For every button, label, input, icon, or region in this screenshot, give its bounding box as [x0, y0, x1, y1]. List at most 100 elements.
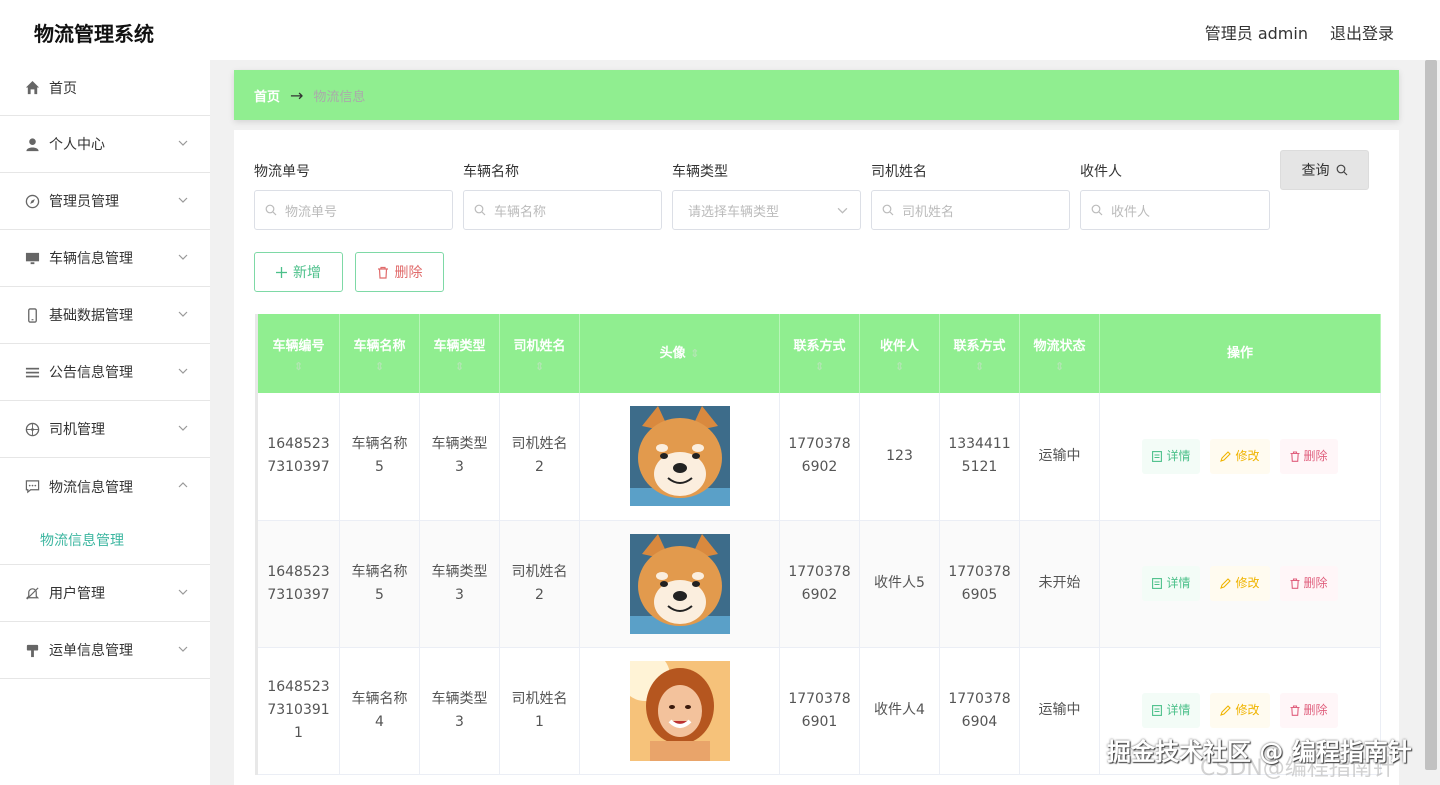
- sidebar-item-label: 运单信息管理: [49, 643, 133, 659]
- search-icon: [1336, 164, 1347, 176]
- remove-button[interactable]: 删除: [1279, 566, 1338, 601]
- shiba-dog-avatar[interactable]: [629, 533, 730, 634]
- sort-icon: ⇕: [1054, 359, 1065, 373]
- smiling-woman-avatar[interactable]: [629, 660, 730, 761]
- main-panel: 物流单号 物流单号 车辆名称 车辆名称 车辆类型 请选择车辆类型 司机姓名 司机…: [234, 130, 1399, 785]
- cell-vehicle-type: 车辆类型 3: [419, 647, 500, 775]
- cell-phone: 1770378 6902: [779, 520, 860, 648]
- sidebar-item-drivers[interactable]: 司机管理: [0, 401, 210, 458]
- sidebar-item-vehicles[interactable]: 车辆信息管理: [0, 230, 210, 287]
- sidebar-item-label: 用户管理: [49, 586, 105, 602]
- column-header[interactable]: 物流状态 ⇕: [1019, 314, 1100, 393]
- cell-vehicle-type: 车辆类型 3: [419, 393, 500, 521]
- table-row: 1648523 7310397 车辆名称 5 车辆类型 3 司机姓名 2 177…: [255, 520, 1381, 648]
- filter-label-order-no: 物流单号: [254, 164, 310, 180]
- sidebar-item-label: 管理员管理: [49, 194, 119, 210]
- chevron-down-icon: [837, 207, 848, 214]
- cell-phone: 1770378 6901: [779, 647, 860, 775]
- column-header[interactable]: 车辆名称 ⇕: [339, 314, 420, 393]
- order-no-input[interactable]: 物流单号: [254, 190, 453, 230]
- add-button[interactable]: 新增: [254, 252, 343, 292]
- breadcrumb-home[interactable]: 首页: [254, 86, 280, 105]
- column-header[interactable]: 司机姓名 ⇕: [499, 314, 580, 393]
- cell-driver: 司机姓名 1: [499, 647, 580, 775]
- edit-button[interactable]: 修改: [1210, 566, 1270, 601]
- edit-button[interactable]: 修改: [1210, 438, 1270, 474]
- cell-recipient: 收件人4: [859, 647, 940, 775]
- cell-status: 未开始: [1019, 520, 1100, 648]
- sidebar-item-basic-data[interactable]: 基础数据管理: [0, 287, 210, 344]
- plus-icon: [276, 266, 287, 278]
- sidebar-item-logistics[interactable]: 物流信息管理: [0, 458, 210, 515]
- cell-driver: 司机姓名 2: [499, 393, 580, 521]
- search-icon: [1091, 204, 1103, 216]
- sidebar-item-home[interactable]: 首页: [0, 60, 210, 116]
- sidebar-item-profile[interactable]: 个人中心: [0, 116, 210, 173]
- column-header[interactable]: 联系方式 ⇕: [939, 314, 1020, 393]
- sidebar-item-admin[interactable]: 管理员管理: [0, 173, 210, 230]
- sidebar-item-waybills[interactable]: 运单信息管理: [0, 622, 210, 679]
- vehicle-name-input[interactable]: 车辆名称: [463, 190, 662, 230]
- sidebar-item-label: 个人中心: [49, 137, 105, 153]
- admin-user-label[interactable]: 管理员 admin: [1205, 20, 1308, 44]
- cell-vehicle-name: 车辆名称 4: [339, 647, 420, 775]
- remove-button[interactable]: 删除: [1279, 693, 1338, 728]
- cell-driver: 司机姓名 2: [499, 520, 580, 648]
- table-row: 1648523 7310397 车辆名称 5 车辆类型 3 司机姓名 2 177…: [255, 393, 1381, 521]
- sidebar-item-label: 公告信息管理: [49, 365, 133, 381]
- query-label: 查询: [1301, 163, 1330, 179]
- sort-icon: ⇕: [454, 359, 465, 373]
- detail-button[interactable]: 详情: [1142, 438, 1201, 474]
- vehicle-type-select[interactable]: 请选择车辆类型: [672, 190, 861, 230]
- delete-label: 删除: [394, 265, 423, 281]
- chevron-up-icon: [178, 482, 188, 488]
- cell-status: 运输中: [1019, 393, 1100, 521]
- order-no-placeholder: 物流单号: [285, 204, 338, 220]
- breadcrumb: 首页 → 物流信息: [234, 70, 1399, 120]
- detail-button[interactable]: 详情: [1142, 566, 1201, 601]
- logistics-table: 车辆编号 ⇕ 车辆名称 ⇕ 车辆类型 ⇕ 司机姓名 ⇕ 头像 ⇕ 联系方式 ⇕ 收件人 ⇕ …: [255, 314, 1381, 775]
- home-icon: [24, 80, 40, 96]
- chat-icon: [24, 479, 40, 495]
- column-header[interactable]: 头像 ⇕: [579, 314, 780, 393]
- sort-icon: ⇕: [534, 359, 545, 373]
- trash-icon: [377, 266, 388, 279]
- vehicle-name-placeholder: 车辆名称: [494, 204, 547, 220]
- delete-button[interactable]: 删除: [355, 252, 444, 292]
- compass-icon: [24, 193, 40, 209]
- chevron-down-icon: [178, 589, 188, 595]
- column-header[interactable]: 车辆类型 ⇕: [419, 314, 500, 393]
- sidebar-item-announcements[interactable]: 公告信息管理: [0, 344, 210, 401]
- edit-button[interactable]: 修改: [1210, 693, 1270, 728]
- shiba-dog-avatar[interactable]: [629, 406, 730, 507]
- chevron-down-icon: [178, 311, 188, 317]
- bell-off-icon: [24, 585, 40, 601]
- recipient-input[interactable]: 收件人: [1080, 190, 1270, 230]
- column-header[interactable]: 车辆编号 ⇕: [255, 314, 340, 393]
- pencil-icon: [1220, 705, 1232, 716]
- sidebar-subitem-logistics-management[interactable]: 物流信息管理: [0, 515, 210, 565]
- logout-link[interactable]: 退出登录: [1330, 20, 1394, 44]
- cell-avatar: [579, 520, 780, 648]
- column-header[interactable]: 收件人 ⇕: [859, 314, 940, 393]
- sidebar-item-label: 车辆信息管理: [49, 251, 133, 267]
- column-header[interactable]: 联系方式 ⇕: [779, 314, 860, 393]
- chevron-down-icon: [178, 254, 188, 260]
- add-label: 新增: [293, 265, 321, 281]
- recipient-placeholder: 收件人: [1111, 204, 1151, 220]
- user-icon: [24, 136, 40, 152]
- sidebar-item-users[interactable]: 用户管理: [0, 565, 210, 622]
- cell-recipient-phone: 1770378 6904: [939, 647, 1020, 775]
- search-icon: [882, 204, 894, 216]
- cell-status: 运输中: [1019, 647, 1100, 775]
- remove-button[interactable]: 删除: [1279, 438, 1338, 474]
- driver-name-input[interactable]: 司机姓名: [871, 190, 1070, 230]
- detail-button[interactable]: 详情: [1142, 693, 1201, 728]
- scrollbar-thumb[interactable]: [1425, 60, 1437, 770]
- table-header-row: 车辆编号 ⇕ 车辆名称 ⇕ 车辆类型 ⇕ 司机姓名 ⇕ 头像 ⇕ 联系方式 ⇕ 收件人 ⇕ …: [255, 314, 1381, 393]
- search-icon: [474, 204, 486, 216]
- query-button[interactable]: 查询: [1280, 150, 1369, 190]
- chevron-down-icon: [178, 140, 188, 146]
- trash-icon: [1290, 451, 1299, 462]
- list-icon: [24, 364, 40, 380]
